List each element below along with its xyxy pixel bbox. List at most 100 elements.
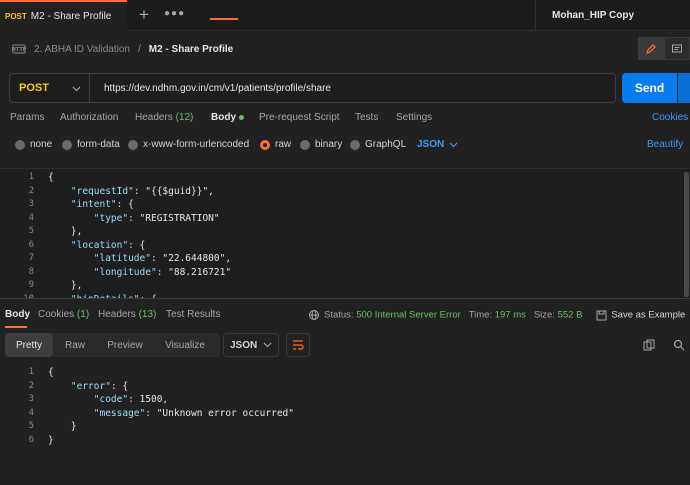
search-icon[interactable] bbox=[673, 339, 685, 354]
svg-text:HTTP: HTTP bbox=[12, 47, 26, 53]
response-tab-cookies[interactable]: Cookies (1) bbox=[38, 309, 89, 320]
code-line: }, bbox=[70, 226, 83, 237]
response-body-viewer[interactable]: 1 2 3 4 5 6 { "error": { "code": 1500, "… bbox=[0, 365, 690, 485]
line-number: 4 bbox=[28, 407, 34, 418]
line-number: 2 bbox=[28, 380, 34, 391]
tab-settings[interactable]: Settings bbox=[396, 112, 432, 123]
ellipsis-icon[interactable]: ●●● bbox=[164, 8, 185, 19]
tab-tests[interactable]: Tests bbox=[355, 112, 378, 123]
comment-icon[interactable] bbox=[664, 37, 690, 60]
chevron-down-icon bbox=[449, 142, 458, 147]
save-as-example-button[interactable]: Save as Example bbox=[611, 310, 685, 321]
cookies-link[interactable]: Cookies bbox=[652, 112, 688, 123]
view-pretty[interactable]: Pretty bbox=[5, 333, 53, 357]
response-active-underline bbox=[5, 326, 27, 328]
response-meta: Status: 500 Internal Server Error Time: … bbox=[308, 309, 690, 321]
code-line: "code": 1500, bbox=[93, 394, 169, 405]
beautify-link[interactable]: Beautify bbox=[647, 139, 683, 150]
code-line: "latitude": "22.644800", bbox=[93, 253, 232, 264]
view-preview[interactable]: Preview bbox=[97, 333, 153, 357]
method-selector[interactable]: POST bbox=[10, 74, 90, 102]
environment-selector[interactable]: Mohan_HIP Copy bbox=[535, 0, 690, 31]
response-headers-count: (13) bbox=[138, 309, 157, 320]
body-type-graphql[interactable]: GraphQL bbox=[350, 139, 406, 150]
line-number: 6 bbox=[28, 434, 34, 445]
tab-body[interactable]: Body bbox=[211, 112, 244, 123]
radio-icon bbox=[128, 139, 138, 150]
method-label: POST bbox=[19, 82, 49, 94]
cookies-count: (1) bbox=[76, 309, 90, 320]
line-number: 5 bbox=[28, 226, 34, 236]
view-raw[interactable]: Raw bbox=[53, 333, 97, 357]
code-line: "type": "REGISTRATION" bbox=[93, 212, 220, 224]
body-format-selector[interactable]: JSON bbox=[417, 139, 458, 150]
line-number: 6 bbox=[28, 239, 34, 250]
tab-pre-request-script[interactable]: Pre-request Script bbox=[259, 112, 340, 123]
size-value[interactable]: 552 B bbox=[558, 310, 583, 321]
size-label: Size: bbox=[533, 309, 555, 321]
editor-scrollbar[interactable] bbox=[684, 172, 689, 297]
radio-icon bbox=[350, 139, 360, 150]
plus-icon[interactable]: + bbox=[137, 6, 151, 24]
response-tab-test-results[interactable]: Test Results bbox=[166, 309, 220, 320]
code-line: "message": "Unknown error occurred" bbox=[93, 407, 294, 419]
tab-headers[interactable]: Headers (12) bbox=[135, 112, 193, 123]
time-label: Time: bbox=[468, 309, 493, 321]
code-line: } bbox=[70, 421, 77, 432]
code-line: "intent": { bbox=[70, 199, 134, 210]
tab-title: M2 - Share Profile bbox=[30, 11, 112, 22]
radio-icon bbox=[300, 139, 310, 150]
code-line: }, bbox=[70, 280, 83, 291]
code-line: "requestId": "{{$guid}}", bbox=[70, 185, 214, 197]
code-line: "error": { bbox=[70, 380, 129, 392]
time-value[interactable]: 197 ms bbox=[495, 310, 526, 321]
request-tab-active[interactable]: POST M2 - Share Profile bbox=[0, 0, 127, 31]
line-number: 8 bbox=[28, 266, 34, 277]
line-number: 1 bbox=[28, 367, 34, 377]
response-tab-body[interactable]: Body bbox=[5, 309, 30, 320]
line-number: 3 bbox=[28, 199, 34, 209]
url-input[interactable]: https://dev.ndhm.gov.in/cm/v1/patients/p… bbox=[90, 83, 331, 94]
tab-method-badge: POST bbox=[5, 12, 27, 21]
body-type-raw[interactable]: raw bbox=[260, 139, 291, 150]
edit-icon[interactable] bbox=[638, 37, 664, 60]
line-number: 4 bbox=[28, 212, 34, 223]
environment-name: Mohan_HIP Copy bbox=[552, 10, 635, 21]
response-tab-headers[interactable]: Headers (13) bbox=[98, 309, 156, 320]
pane-divider[interactable] bbox=[0, 298, 690, 299]
request-tabs: Params Authorization Headers (12) Body P… bbox=[10, 112, 690, 132]
globe-icon bbox=[309, 310, 319, 320]
url-bar: POST https://dev.ndhm.gov.in/cm/v1/patie… bbox=[9, 73, 616, 103]
body-type-form-data[interactable]: form-data bbox=[62, 139, 120, 150]
code-line: } bbox=[48, 434, 54, 446]
http-icon: HTTP bbox=[12, 42, 27, 56]
radio-selected-icon bbox=[260, 139, 270, 150]
view-visualize[interactable]: Visualize bbox=[153, 333, 217, 357]
headers-count: (12) bbox=[175, 112, 194, 123]
body-type-options: none form-data x-www-form-urlencoded raw… bbox=[15, 139, 690, 155]
response-view-segmented: Pretty Raw Preview Visualize bbox=[5, 333, 220, 357]
chevron-down-icon bbox=[263, 342, 272, 348]
save-icon bbox=[596, 310, 607, 320]
status-value[interactable]: 500 Internal Server Error bbox=[356, 310, 461, 321]
line-number: 3 bbox=[28, 394, 34, 404]
line-number: 9 bbox=[28, 280, 34, 290]
tab-authorization[interactable]: Authorization bbox=[60, 112, 118, 123]
body-type-none[interactable]: none bbox=[15, 139, 52, 150]
line-number: 7 bbox=[28, 253, 34, 263]
send-button[interactable]: Send bbox=[622, 73, 677, 103]
response-format-selector[interactable]: JSON bbox=[223, 333, 279, 357]
line-number: 5 bbox=[28, 421, 34, 431]
breadcrumb-parent[interactable]: 2. ABHA ID Validation bbox=[34, 44, 130, 55]
body-type-binary[interactable]: binary bbox=[300, 139, 342, 150]
radio-icon bbox=[62, 139, 72, 150]
active-tab-underline bbox=[210, 18, 238, 20]
tab-params[interactable]: Params bbox=[10, 112, 44, 123]
send-options-button[interactable] bbox=[678, 73, 690, 103]
body-type-urlencoded[interactable]: x-www-form-urlencoded bbox=[128, 139, 249, 150]
request-body-editor[interactable]: 1 2 3 4 5 6 7 8 9 10 { "requestId": "{{$… bbox=[0, 168, 690, 298]
wrap-lines-icon[interactable] bbox=[286, 333, 310, 357]
copy-icon[interactable] bbox=[643, 339, 655, 354]
chevron-down-icon bbox=[72, 81, 81, 95]
breadcrumb-current[interactable]: M2 - Share Profile bbox=[149, 44, 233, 55]
